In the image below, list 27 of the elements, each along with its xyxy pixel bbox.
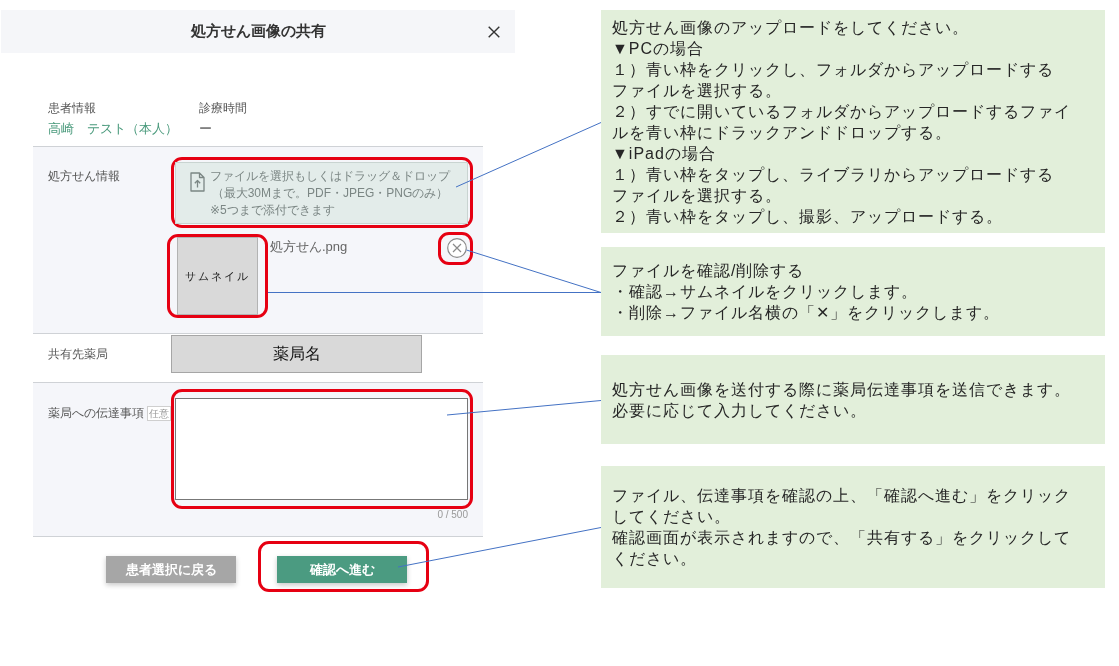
dialog-title: 処方せん画像の共有 (190, 22, 326, 41)
callout-text: ファイル、伝達事項を確認の上、「確認へ進む」をクリック してください。 確認画面が表示されますので、「共有する」をクリックして ください。 (612, 486, 1071, 569)
dropzone-note: ※5つまで添付できます (210, 202, 336, 219)
message-label: 薬局への伝達事項 (48, 405, 144, 421)
visit-time-label: 診療時間 (199, 100, 248, 116)
close-circle-icon[interactable] (447, 238, 467, 258)
close-icon[interactable] (488, 25, 500, 38)
file-name: 処方せん.png (270, 239, 348, 255)
thumbnail-placeholder[interactable]: サムネイル (177, 237, 258, 315)
message-field[interactable] (175, 398, 468, 500)
back-button[interactable]: 患者選択に戻る (106, 556, 236, 583)
upload-dropzone[interactable]: ファイルを選択もしくはドラッグ＆ドロップ （最大30Mまで。PDF・JPEG・PNGのみ） ※5つまで添付できます (175, 162, 468, 224)
optional-tag: 任意 (147, 405, 171, 421)
dropzone-limits: （最大30Mまで。PDF・JPEG・PNGのみ） (211, 185, 449, 202)
callout-text: 処方せん画像のアップロードをしてください。 ▼PCの場合 １）青い枠をクリックし、フォルダからアップロードする ファイルを選択する。 ２）すでに開いているフォルダからアップロードするファイ ルを青い枠にドラックアンドドロップする。 ▼iPadの場合 １）青い枠をタップし、ライブラリからアップロードする ファイルを選択する。 ２）青い枠をタップし、撮影、アップロードする。 (612, 17, 1071, 227)
patient-label: 患者情報 (48, 100, 97, 116)
next-button[interactable]: 確認へ進む (277, 556, 407, 583)
dropzone-instruction: ファイルを選択もしくはドラッグ＆ドロップ (210, 168, 450, 185)
file-upload-icon (190, 172, 205, 192)
callout-text: 処方せん画像を送付する際に薬局伝達事項を送信できます。 必要に応じて入力してください。 (612, 379, 1071, 421)
pharmacy-label: 共有先薬局 (48, 346, 109, 362)
prescription-label: 処方せん情報 (48, 168, 121, 184)
patient-name: 高崎 テスト（本人） (48, 120, 179, 138)
callout-text: ファイルを確認/削除する ・確認→サムネイルをクリックします。 ・削除→ファイル名横の「✕」をクリックします。 (612, 261, 1001, 323)
visit-time-value: ー (199, 120, 213, 138)
char-counter: 0 / 500 (436, 509, 469, 521)
pharmacy-field: 薬局名 (171, 335, 422, 373)
